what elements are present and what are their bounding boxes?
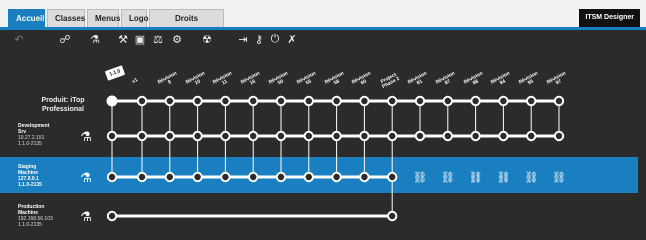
development-version-node xyxy=(387,130,398,142)
deploy-icon[interactable]: ⛓ xyxy=(441,171,455,184)
development-version-node xyxy=(526,130,537,142)
development-version-node xyxy=(553,130,565,142)
product-version-node xyxy=(136,95,148,107)
power-icon[interactable]: ⏻ xyxy=(268,32,282,46)
staging-version-node xyxy=(387,171,398,183)
product-version-node xyxy=(331,95,342,107)
development-version-node xyxy=(106,130,118,142)
development-version-node xyxy=(414,130,426,142)
product-version-node xyxy=(470,95,481,107)
development-version-node xyxy=(164,130,176,142)
machine-icon[interactable]: ⚗ xyxy=(80,130,92,145)
product-version-node xyxy=(164,95,176,107)
product-version-node xyxy=(442,95,453,107)
radiation-icon[interactable]: ☢ xyxy=(200,32,214,46)
development-version-node xyxy=(470,130,481,142)
development-version-node xyxy=(442,130,453,142)
product-version-node xyxy=(387,95,398,107)
tab-menus[interactable]: Menus xyxy=(87,9,120,27)
build-icon[interactable]: ⚒ xyxy=(116,32,130,46)
staging-version-node xyxy=(220,171,231,183)
product-version-node xyxy=(414,95,426,107)
export-icon[interactable]: ⇥ xyxy=(236,32,250,46)
balance-icon[interactable]: ⚖ xyxy=(151,32,165,46)
development-version-node xyxy=(220,130,231,142)
tools-icon[interactable]: ✗ xyxy=(285,32,299,46)
key-icon[interactable]: ⚷ xyxy=(252,32,266,46)
production-version-node xyxy=(387,210,398,222)
deployment-grid: Produit: iTop Professional 1.1.0 Develop… xyxy=(0,50,646,240)
deploy-icon[interactable]: ⛓ xyxy=(413,171,427,184)
staging-version-node xyxy=(106,171,118,183)
timeline-svg: ⛓ ⛓ ⛓ ⛓ ⛓ ⛓ ⚗ ⚗ ⚗ xyxy=(80,95,566,225)
app-window: Accueil Classes Menus Logo Droits utilis… xyxy=(0,0,646,240)
machine-icon[interactable]: ⚗ xyxy=(80,171,92,186)
workflow-icon[interactable]: ☍ xyxy=(58,32,72,46)
save-icon[interactable]: ▣ xyxy=(133,32,147,46)
app-title: ITSM Designer xyxy=(579,9,640,27)
development-version-node xyxy=(303,130,314,142)
product-version-node xyxy=(192,95,203,107)
product-root-node xyxy=(106,95,118,107)
machine-icon[interactable]: ⚗ xyxy=(80,210,92,225)
staging-version-node xyxy=(164,171,176,183)
staging-version-node xyxy=(331,171,342,183)
staging-version-node xyxy=(303,171,314,183)
production-start-node xyxy=(106,210,118,222)
product-version-node xyxy=(359,95,370,107)
development-version-node xyxy=(331,130,342,142)
settings-icon[interactable]: ⚙ xyxy=(170,32,184,46)
staging-version-node xyxy=(359,171,370,183)
product-version-node xyxy=(275,95,287,107)
development-version-node xyxy=(275,130,287,142)
deploy-icon[interactable]: ⛓ xyxy=(496,171,510,184)
tab-accueil[interactable]: Accueil xyxy=(8,9,45,27)
staging-version-node xyxy=(275,171,287,183)
product-version-node xyxy=(303,95,314,107)
product-version-node xyxy=(220,95,231,107)
product-version-node xyxy=(526,95,537,107)
tab-classes[interactable]: Classes xyxy=(47,9,85,27)
toolbar: ↶ ☍ ⚗ ⚒ ▣ ⚖ ⚙ ☢ ⇥ ⚷ ⏻ ✗ xyxy=(0,30,646,48)
staging-version-node xyxy=(248,171,259,183)
deploy-icon[interactable]: ⛓ xyxy=(552,171,566,184)
tab-droits-utilisateurs[interactable]: Droits utilisateurs xyxy=(149,9,224,41)
development-version-node xyxy=(192,130,203,142)
product-version-node xyxy=(498,95,509,107)
development-version-node xyxy=(248,130,259,142)
development-version-node xyxy=(359,130,370,142)
product-version-node xyxy=(553,95,565,107)
development-version-node xyxy=(136,130,148,142)
product-version-node xyxy=(248,95,259,107)
deploy-icon[interactable]: ⛓ xyxy=(524,171,538,184)
flask-icon[interactable]: ⚗ xyxy=(88,32,102,46)
development-version-node xyxy=(498,130,509,142)
staging-version-node xyxy=(192,171,203,183)
staging-version-node xyxy=(136,171,148,183)
tab-logo[interactable]: Logo xyxy=(121,9,149,27)
tab-bar: Accueil Classes Menus Logo Droits utilis… xyxy=(0,0,646,41)
deploy-icon[interactable]: ⛓ xyxy=(469,171,483,184)
undo-icon[interactable]: ↶ xyxy=(12,32,26,46)
